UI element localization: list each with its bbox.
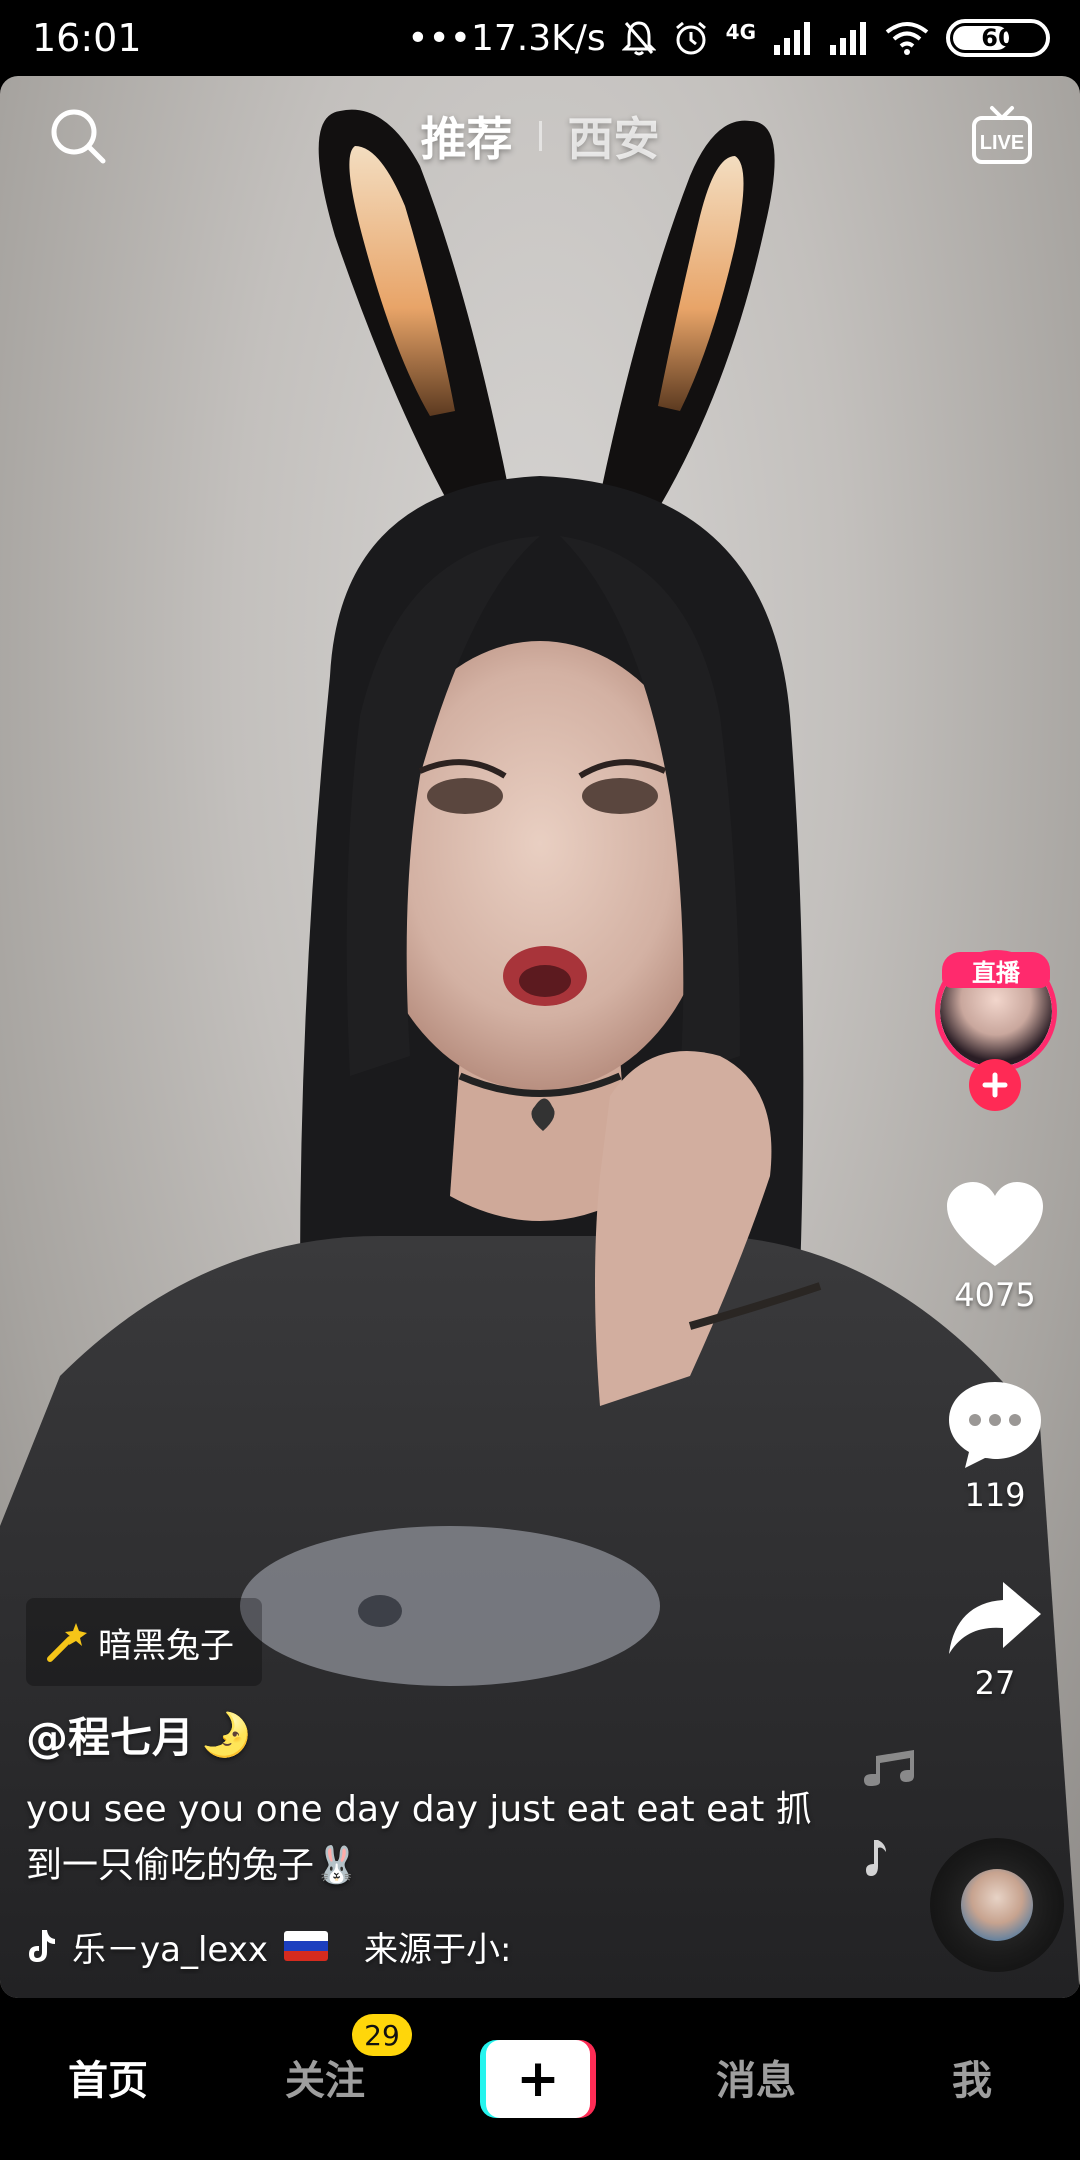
mute-bell-icon <box>621 21 656 56</box>
share-arrow-icon <box>949 1582 1041 1654</box>
follow-button[interactable] <box>969 1059 1021 1111</box>
nav-me[interactable]: 我 <box>902 2048 1042 2106</box>
like-count: 4075 <box>954 1276 1036 1314</box>
plus-label: + <box>516 2049 560 2109</box>
author-handle: @程七月 <box>26 1713 195 1762</box>
effect-tag[interactable]: 暗黑兔子 <box>26 1598 262 1686</box>
tab-divider <box>538 121 542 151</box>
plus-icon <box>982 1072 1008 1098</box>
signal-icon-2 <box>830 22 866 55</box>
comment-count: 119 <box>964 1476 1026 1514</box>
battery-level: 60 <box>981 24 1015 52</box>
status-bar: 16:01 •••17.3K/s 4G 60 <box>0 0 1080 76</box>
live-badge: 直播 <box>942 952 1050 988</box>
comment-icon <box>949 1382 1041 1468</box>
floating-note-icon-2 <box>866 1840 886 1876</box>
tiktok-note-icon <box>29 1930 55 1962</box>
author-emoji: 🌛 <box>200 1709 253 1759</box>
music-cover-image <box>961 1869 1033 1941</box>
heart-icon <box>947 1182 1043 1266</box>
video-caption: you see you one day day just eat eat eat… <box>26 1789 812 1886</box>
live-tv-icon[interactable]: LIVE <box>970 104 1034 168</box>
nav-following[interactable]: 关注 <box>255 2048 395 2106</box>
tab-recommend[interactable]: 推荐 <box>421 103 513 169</box>
music-title: 乐－ya_lexx <box>72 1929 268 1970</box>
wifi-icon <box>885 22 929 55</box>
battery-indicator: 60 <box>946 19 1050 57</box>
comment-button[interactable]: 119 <box>940 1378 1050 1514</box>
music-marquee[interactable]: 乐－ya_lexx 来源于小: <box>26 1918 546 1974</box>
app-screen: 16:01 •••17.3K/s 4G 60 推荐 西安 LIVE 直播 407… <box>0 0 1080 2160</box>
network-type: 4G <box>725 19 756 44</box>
tab-city[interactable]: 西安 <box>568 103 660 169</box>
search-icon[interactable] <box>48 106 108 166</box>
nav-home[interactable]: 首页 <box>38 2048 178 2106</box>
music-disc[interactable] <box>930 1838 1064 1972</box>
author-name[interactable]: @程七月 🌛 <box>26 1704 252 1765</box>
like-button[interactable]: 4075 <box>940 1180 1050 1314</box>
feed-tabs: 推荐 西安 <box>421 103 660 169</box>
svg-text:LIVE: LIVE <box>980 132 1024 154</box>
create-button-face: + <box>486 2040 590 2118</box>
create-video-button[interactable]: + <box>480 2040 596 2118</box>
alarm-icon <box>675 21 706 55</box>
nav-messages[interactable]: 消息 <box>686 2048 826 2106</box>
status-time: 16:01 <box>32 16 142 60</box>
share-count: 27 <box>974 1664 1016 1702</box>
flag-russia-icon <box>283 1931 328 1961</box>
top-nav: 推荐 西安 LIVE <box>0 76 1080 196</box>
effect-name: 暗黑兔子 <box>98 1625 234 1666</box>
status-icons: •••17.3K/s 4G 60 <box>407 18 1050 59</box>
music-source: 来源于小: <box>363 1929 512 1970</box>
network-speed: •••17.3K/s <box>407 17 606 59</box>
following-badge: 29 <box>352 2014 412 2056</box>
magic-wand-icon <box>47 1623 87 1662</box>
signal-icon <box>774 22 810 55</box>
floating-note-icon <box>864 1750 914 1786</box>
share-button[interactable]: 27 <box>940 1578 1050 1702</box>
